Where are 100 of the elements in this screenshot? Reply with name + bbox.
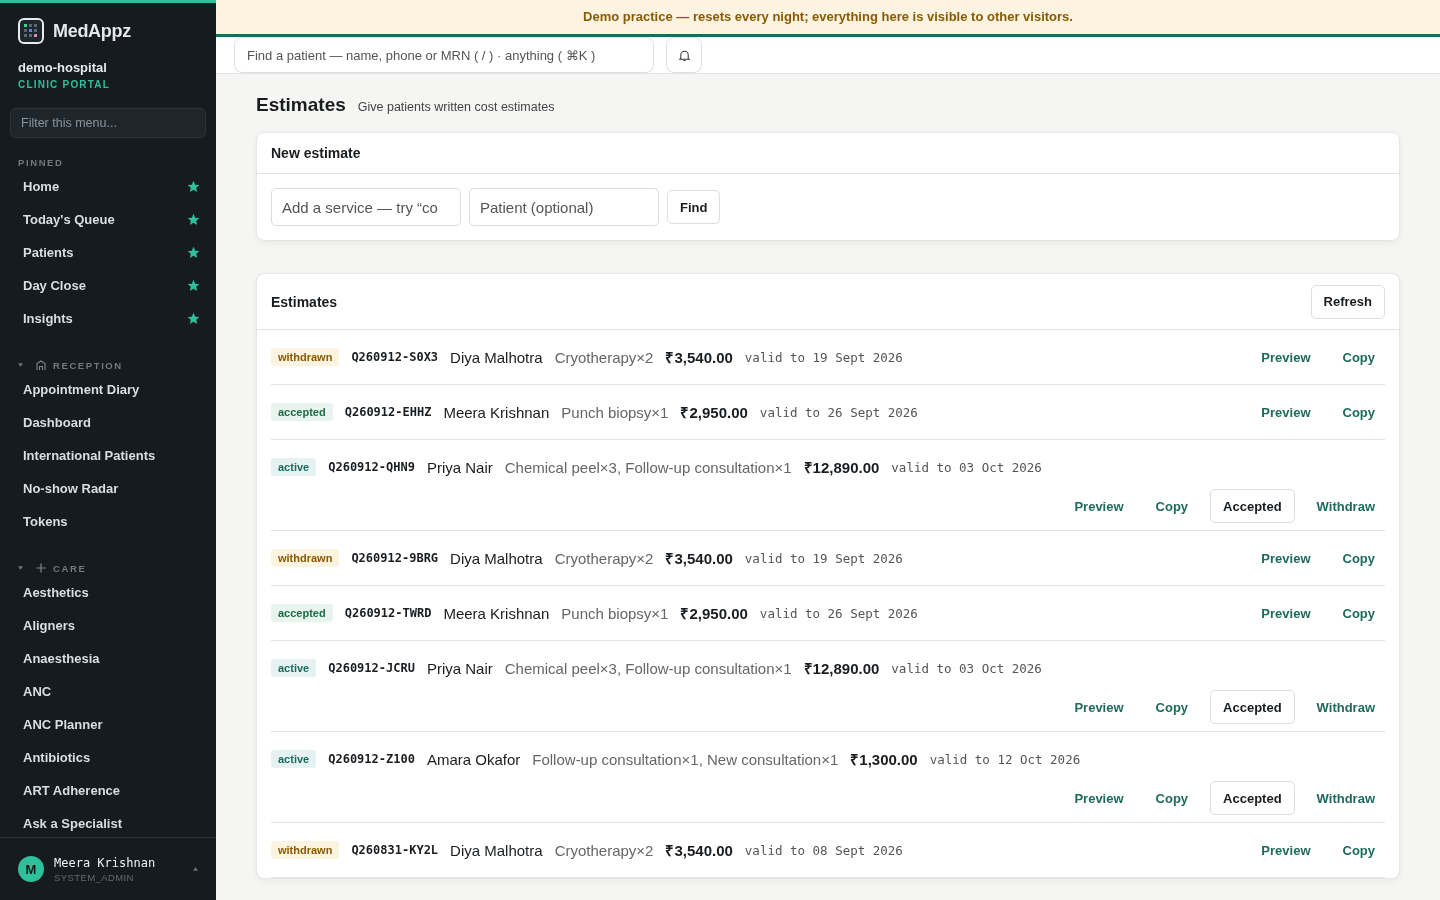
refresh-button[interactable]: Refresh bbox=[1310, 284, 1385, 319]
status-badge: active bbox=[271, 750, 317, 768]
expand-caret-icon[interactable] bbox=[193, 867, 198, 871]
sidebar-item[interactable]: ANC Planner bbox=[0, 708, 216, 741]
patient-name: Priya Nair bbox=[426, 458, 493, 476]
sidebar-item[interactable]: Tokens bbox=[0, 505, 216, 538]
validity-date: valid to 12 Oct 2026 bbox=[929, 751, 1081, 767]
section-heading: RECEPTION bbox=[53, 359, 123, 371]
star-icon[interactable] bbox=[187, 279, 200, 292]
user-role: SYSTEM_ADMIN bbox=[54, 871, 135, 883]
estimate-id: Q260912-EHHZ bbox=[344, 405, 432, 419]
amount: ₹3,540.00 bbox=[665, 348, 733, 367]
action-link[interactable]: Preview bbox=[1064, 784, 1134, 812]
portal-label: CLINIC PORTAL bbox=[17, 78, 112, 90]
amount: ₹12,890.00 bbox=[803, 458, 880, 477]
patient-field[interactable]: Patient (optional) bbox=[469, 188, 659, 226]
validity-date: valid to 03 Oct 2026 bbox=[891, 459, 1042, 475]
patient-name: Meera Krishnan bbox=[443, 604, 550, 622]
action-link[interactable]: Copy bbox=[1145, 784, 1199, 812]
action-link[interactable]: Preview bbox=[1251, 544, 1321, 572]
patient-name: Diya Malhotra bbox=[450, 348, 543, 366]
amount: ₹2,950.00 bbox=[680, 403, 748, 422]
sidebar-item[interactable]: Insights bbox=[0, 302, 216, 335]
sidebar-item[interactable]: Anaesthesia bbox=[0, 642, 216, 675]
action-link[interactable]: Copy bbox=[1332, 343, 1385, 371]
star-icon[interactable] bbox=[187, 213, 200, 226]
section-heading: CARE bbox=[53, 562, 87, 574]
accepted-button[interactable]: Accepted bbox=[1210, 489, 1295, 523]
status-badge: withdrawn bbox=[271, 549, 340, 567]
action-link[interactable]: Withdraw bbox=[1306, 784, 1385, 812]
sidebar-item[interactable]: Dashboard bbox=[0, 406, 216, 439]
amount: ₹12,890.00 bbox=[803, 659, 880, 678]
sidebar-item[interactable]: Patients bbox=[0, 236, 216, 269]
star-icon[interactable] bbox=[187, 312, 200, 325]
bell-icon bbox=[677, 48, 691, 62]
service-field[interactable]: Add a service — try “co bbox=[271, 188, 461, 226]
sidebar-item[interactable]: Day Close bbox=[0, 269, 216, 302]
demo-banner: Demo practice — resets every night; everything here is visible to other visitors. bbox=[216, 0, 1440, 37]
sidebar-item[interactable]: No-show Radar bbox=[0, 472, 216, 505]
validity-date: valid to 03 Oct 2026 bbox=[891, 660, 1042, 676]
services-text: Punch biopsy×1 bbox=[561, 403, 669, 421]
action-link[interactable]: Copy bbox=[1332, 544, 1385, 572]
action-link[interactable]: Copy bbox=[1145, 492, 1199, 520]
estimate-id: Q260831-KY2L bbox=[351, 843, 439, 857]
action-link[interactable]: Preview bbox=[1251, 599, 1321, 627]
page-subtitle: Give patients written cost estimates bbox=[357, 100, 555, 114]
sidebar-item[interactable]: Appointment Diary bbox=[0, 373, 216, 406]
action-link[interactable]: Withdraw bbox=[1306, 693, 1385, 721]
sidebar-item[interactable]: Aesthetics bbox=[0, 576, 216, 609]
action-link[interactable]: Preview bbox=[1064, 492, 1134, 520]
action-link[interactable]: Preview bbox=[1251, 398, 1321, 426]
find-button[interactable]: Find bbox=[667, 190, 721, 224]
search-field[interactable]: Find a patient — name, phone or MRN ( / ) · anything ( ⌘K ) bbox=[234, 37, 654, 73]
collapse-caret-icon[interactable] bbox=[18, 363, 23, 367]
patient-name: Priya Nair bbox=[426, 659, 493, 677]
action-link[interactable]: Preview bbox=[1064, 693, 1134, 721]
sidebar-item[interactable]: International Patients bbox=[0, 439, 216, 472]
sidebar-item[interactable]: ART Adherence bbox=[0, 774, 216, 807]
status-badge: withdrawn bbox=[271, 348, 340, 366]
organization-name: demo-hospital bbox=[17, 59, 108, 75]
card-title: New estimate bbox=[271, 145, 361, 161]
validity-date: valid to 08 Sept 2026 bbox=[744, 842, 903, 858]
action-link[interactable]: Preview bbox=[1251, 836, 1321, 864]
menu-filter-field[interactable]: Filter this menu... bbox=[10, 108, 206, 138]
action-link[interactable]: Copy bbox=[1332, 836, 1385, 864]
services-text: Cryotherapy×2 bbox=[554, 348, 654, 366]
action-link[interactable]: Copy bbox=[1332, 599, 1385, 627]
collapse-caret-icon[interactable] bbox=[18, 566, 23, 570]
sidebar-item[interactable]: Aligners bbox=[0, 609, 216, 642]
page-title: Estimates bbox=[256, 94, 346, 116]
sidebar-item[interactable]: Ask a Specialist bbox=[0, 807, 216, 837]
star-icon[interactable] bbox=[187, 180, 200, 193]
patient-name: Diya Malhotra bbox=[450, 549, 543, 567]
action-link[interactable]: Copy bbox=[1145, 693, 1199, 721]
sidebar-item[interactable]: Antibiotics bbox=[0, 741, 216, 774]
sidebar-item[interactable]: Home bbox=[0, 170, 216, 203]
action-link[interactable]: Copy bbox=[1332, 398, 1385, 426]
services-text: Cryotherapy×2 bbox=[554, 841, 654, 859]
services-text: Punch biopsy×1 bbox=[561, 604, 669, 622]
sidebar-item[interactable]: ANC bbox=[0, 675, 216, 708]
action-link[interactable]: Withdraw bbox=[1306, 492, 1385, 520]
estimate-id: Q260912-QHN9 bbox=[328, 460, 415, 474]
logo-icon bbox=[18, 18, 44, 44]
amount: ₹3,540.00 bbox=[665, 549, 733, 568]
services-text: Cryotherapy×2 bbox=[554, 549, 654, 567]
accepted-button[interactable]: Accepted bbox=[1210, 781, 1295, 815]
validity-date: valid to 19 Sept 2026 bbox=[744, 349, 903, 365]
estimate-id: Q260912-S0X3 bbox=[351, 350, 439, 364]
validity-date: valid to 26 Sept 2026 bbox=[759, 404, 918, 420]
star-icon[interactable] bbox=[187, 246, 200, 259]
notifications-button[interactable] bbox=[666, 37, 702, 73]
estimate-id: Q260912-TWRD bbox=[344, 606, 432, 620]
validity-date: valid to 19 Sept 2026 bbox=[744, 550, 903, 566]
building-icon bbox=[35, 359, 47, 371]
services-text: Chemical peel×3, Follow-up consultation×1 bbox=[504, 458, 792, 476]
user-name: Meera Krishnan bbox=[54, 855, 157, 870]
action-link[interactable]: Preview bbox=[1251, 343, 1321, 371]
accepted-button[interactable]: Accepted bbox=[1210, 690, 1295, 724]
sidebar-item[interactable]: Today's Queue bbox=[0, 203, 216, 236]
status-badge: withdrawn bbox=[271, 841, 340, 859]
